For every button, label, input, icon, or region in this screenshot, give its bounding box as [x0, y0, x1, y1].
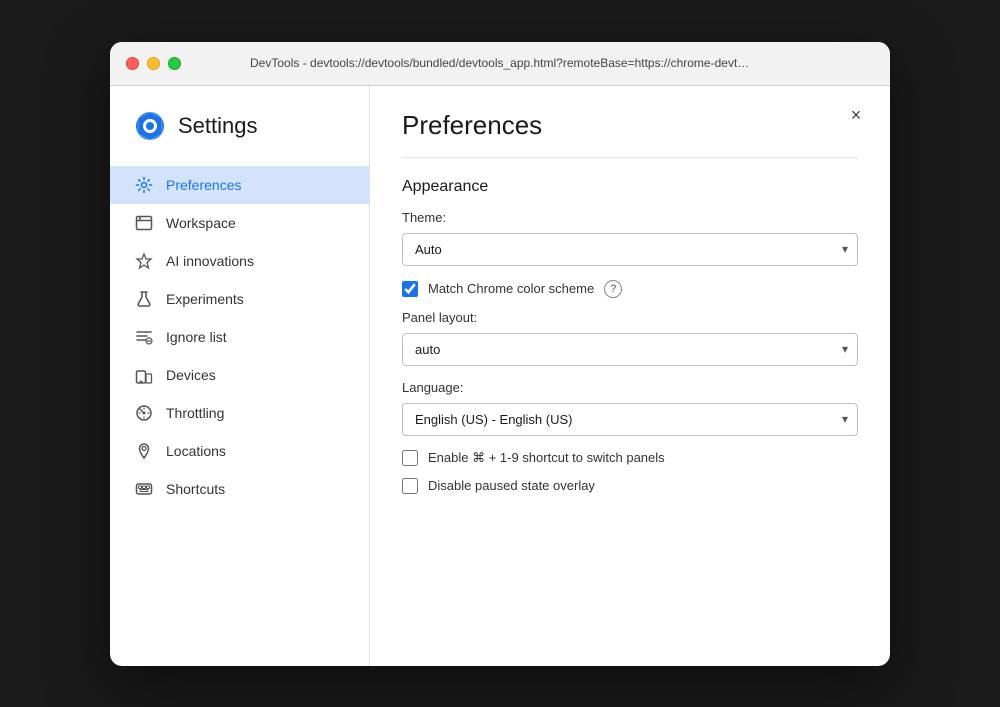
sidebar-item-ignore-list[interactable]: Ignore list [110, 318, 369, 356]
sidebar-item-label-preferences: Preferences [166, 177, 241, 193]
sidebar-title: Settings [178, 113, 258, 139]
theme-select[interactable]: Auto Light Dark System preference [402, 233, 858, 266]
settings-window: DevTools - devtools://devtools/bundled/d… [110, 42, 890, 666]
sidebar-item-locations[interactable]: Locations [110, 432, 369, 470]
switch-panels-label: Enable ⌘ + 1-9 shortcut to switch panels [428, 450, 665, 466]
preferences-icon [134, 175, 154, 195]
maximize-traffic-light[interactable] [168, 57, 181, 70]
sidebar-item-label-throttling: Throttling [166, 405, 224, 421]
sidebar: Settings Preferences [110, 86, 370, 666]
workspace-icon [134, 213, 154, 233]
match-color-checkbox[interactable] [402, 281, 418, 297]
sidebar-item-label-shortcuts: Shortcuts [166, 481, 225, 497]
window-body: Settings Preferences [110, 86, 890, 666]
language-select-wrapper: English (US) - English (US) System prefe… [402, 403, 858, 436]
shortcuts-icon [134, 479, 154, 499]
sidebar-header: Settings [110, 110, 369, 166]
switch-panels-row: Enable ⌘ + 1-9 shortcut to switch panels [402, 450, 858, 466]
paused-overlay-label: Disable paused state overlay [428, 478, 595, 493]
devtools-icon [134, 110, 166, 142]
sidebar-item-preferences[interactable]: Preferences [110, 166, 369, 204]
close-traffic-light[interactable] [126, 57, 139, 70]
sidebar-item-ai-innovations[interactable]: AI innovations [110, 242, 369, 280]
help-icon[interactable]: ? [604, 280, 622, 298]
panel-layout-label: Panel layout: [402, 310, 858, 325]
throttling-icon [134, 403, 154, 423]
sidebar-item-devices[interactable]: Devices [110, 356, 369, 394]
main-content: × Preferences Appearance Theme: Auto Lig… [370, 86, 890, 666]
devices-icon [134, 365, 154, 385]
sidebar-item-label-workspace: Workspace [166, 215, 236, 231]
sidebar-item-experiments[interactable]: Experiments [110, 280, 369, 318]
titlebar: DevTools - devtools://devtools/bundled/d… [110, 42, 890, 86]
locations-icon [134, 441, 154, 461]
sidebar-item-label-ai: AI innovations [166, 253, 254, 269]
traffic-lights [126, 57, 181, 70]
experiments-icon [134, 289, 154, 309]
appearance-section-title: Appearance [402, 178, 858, 196]
language-select[interactable]: English (US) - English (US) System prefe… [402, 403, 858, 436]
switch-panels-checkbox[interactable] [402, 450, 418, 466]
sidebar-item-label-devices: Devices [166, 367, 216, 383]
theme-select-wrapper: Auto Light Dark System preference ▾ [402, 233, 858, 266]
panel-layout-select-wrapper: auto vertical horizontal ▾ [402, 333, 858, 366]
close-button[interactable]: × [842, 102, 870, 130]
section-divider [402, 157, 858, 158]
minimize-traffic-light[interactable] [147, 57, 160, 70]
match-color-row: Match Chrome color scheme ? [402, 280, 858, 298]
match-color-label: Match Chrome color scheme [428, 281, 594, 296]
sidebar-item-label-ignore: Ignore list [166, 329, 227, 345]
sidebar-item-shortcuts[interactable]: Shortcuts [110, 470, 369, 508]
sidebar-item-label-locations: Locations [166, 443, 226, 459]
sidebar-item-workspace[interactable]: Workspace [110, 204, 369, 242]
language-label: Language: [402, 380, 858, 395]
page-title: Preferences [402, 110, 858, 141]
paused-overlay-row: Disable paused state overlay [402, 478, 858, 494]
sidebar-item-throttling[interactable]: Throttling [110, 394, 369, 432]
sidebar-item-label-experiments: Experiments [166, 291, 244, 307]
ai-icon [134, 251, 154, 271]
panel-layout-select[interactable]: auto vertical horizontal [402, 333, 858, 366]
sidebar-nav: Preferences Workspace [110, 166, 369, 508]
ignore-list-icon [134, 327, 154, 347]
paused-overlay-checkbox[interactable] [402, 478, 418, 494]
titlebar-url: DevTools - devtools://devtools/bundled/d… [250, 56, 750, 70]
theme-label: Theme: [402, 210, 858, 225]
